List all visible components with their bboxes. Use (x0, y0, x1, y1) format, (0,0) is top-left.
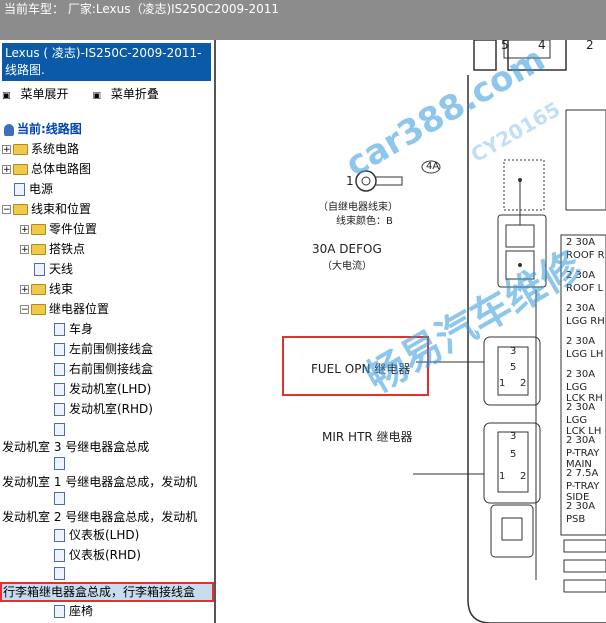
relay-b-pin-1: 1 (499, 471, 506, 482)
tree-item-parts-location[interactable]: + 零件位置 (20, 220, 97, 238)
expand-icon[interactable]: + (20, 285, 29, 295)
document-icon (54, 457, 65, 470)
tree-item-instrument-panel-lhd[interactable]: 仪表板(LHD) (54, 526, 139, 544)
expand-icon[interactable]: + (2, 145, 11, 155)
tree-item-doc-icon-only[interactable] (54, 454, 69, 472)
tree-item-overall-circuit[interactable]: + 总体电路图 (2, 160, 91, 178)
tree-item-left-cowl-junction[interactable]: 左前围侧接线盒 (54, 340, 153, 358)
collapse-icon[interactable]: − (2, 205, 11, 215)
fuse-rating: 2 7.5A (566, 468, 599, 479)
tree-item-engine-room-rhd[interactable]: 发动机室(RHD) (54, 400, 153, 418)
document-icon (54, 605, 65, 618)
terminal-note-2: 线束颜色：B (336, 216, 393, 227)
terminal-tag: 4A (426, 161, 440, 172)
tree-item-doc-icon-only[interactable] (54, 420, 69, 438)
relay-a-pin-2: 2 (520, 378, 527, 389)
current-location: 当前:线路图 (4, 120, 82, 138)
defog-label: 30A DEFOG (312, 242, 382, 256)
fuse-name: P-TRAY SIDE (566, 481, 600, 503)
tree-item-engine-room-relay2[interactable]: 发动机室 2 号继电器盒总成，发动机 (2, 508, 197, 526)
mir-htr-relay-label: MIR HTR 继电器 (322, 430, 413, 444)
tree-item-harness-location[interactable]: − 线束和位置 (2, 200, 91, 218)
collapse-icon[interactable]: − (20, 305, 29, 315)
document-icon (54, 363, 65, 376)
folder-icon (13, 164, 28, 175)
terminal-number: 1 (346, 174, 354, 188)
relay-a-pin-5: 5 (510, 362, 517, 373)
folder-icon (13, 144, 28, 155)
expand-icon[interactable]: + (20, 245, 29, 255)
fuse-name: LGG RH (566, 316, 605, 327)
tree-item-harness[interactable]: + 线束 (20, 280, 73, 298)
top-pin-5: 5 (501, 38, 509, 52)
tree-item-engine-room-relay3[interactable]: 发动机室 3 号继电器盒总成 (2, 438, 149, 456)
tree-item-doc-icon-only[interactable] (54, 564, 69, 582)
fuse-rating: 2 30A (566, 435, 596, 446)
fuse-rating: 2 30A (566, 237, 596, 248)
tree-item-engine-room-lhd[interactable]: 发动机室(LHD) (54, 380, 151, 398)
document-icon (54, 403, 65, 416)
document-icon (54, 383, 65, 396)
expand-menu-button[interactable]: ▣ 菜单展开 (2, 87, 79, 101)
document-icon (54, 549, 65, 562)
window-title-bar: 当前车型： 厂家:Lexus（凌志)IS250C2009-2011 (0, 0, 606, 40)
relay-diagram: 5 4 2 1 4A （自继电器线束） 线束颜色：B 30A DEFOG （大电… (216, 38, 606, 623)
terminal-note-1: （自继电器线束） (318, 202, 398, 213)
fuse-name: PSB (566, 514, 586, 525)
folder-open-icon (31, 304, 46, 315)
tree-item-relay-location[interactable]: − 继电器位置 (20, 300, 109, 318)
document-icon (14, 183, 25, 196)
window-title: 当前车型： 厂家:Lexus（凌志)IS250C2009-2011 (4, 2, 279, 16)
fuse-name: LGG LCK LH (566, 415, 602, 437)
folder-icon (31, 284, 46, 295)
tree-item-doc-icon-only[interactable] (54, 489, 69, 507)
top-pin-4: 4 (538, 38, 546, 52)
expand-icon[interactable]: + (20, 225, 29, 235)
folder-icon (31, 244, 46, 255)
folder-open-icon (13, 204, 28, 215)
tree-item-instrument-panel-rhd[interactable]: 仪表板(RHD) (54, 546, 141, 564)
tree-item-ground-points[interactable]: + 搭铁点 (20, 240, 85, 258)
tree-item-power[interactable]: 电源 (14, 180, 53, 198)
document-icon (54, 323, 65, 336)
tree-item-right-cowl-junction[interactable]: 右前围侧接线盒 (54, 360, 153, 378)
relay-b-pin-2: 2 (520, 471, 527, 482)
tree-item-trunk-relay-box[interactable]: 行李箱继电器盒总成，行李箱接线盒 (3, 583, 195, 601)
relay-a-pin-3: 3 (510, 346, 517, 357)
top-pin-2: 2 (586, 38, 594, 52)
document-icon (34, 263, 45, 276)
fuse-name: LGG LH (566, 349, 604, 360)
menu-controls: ▣ 菜单展开 ▣ 菜单折叠 (2, 85, 179, 102)
tree-item-antenna[interactable]: 天线 (34, 260, 73, 278)
square-icon: ▣ (2, 91, 11, 101)
user-icon (4, 123, 14, 136)
document-icon (54, 343, 65, 356)
fuse-name: LGG LCK RH (566, 382, 603, 404)
relay-b-pin-3: 3 (510, 431, 517, 442)
fuse-rating: 2 30A (566, 336, 596, 347)
tree-item-engine-room-relay1[interactable]: 发动机室 1 号继电器盒总成，发动机 (2, 473, 197, 491)
document-icon (54, 529, 65, 542)
collapse-menu-button[interactable]: ▣ 菜单折叠 (92, 87, 169, 101)
tree-item-body[interactable]: 车身 (54, 320, 93, 338)
folder-icon (31, 224, 46, 235)
expand-icon[interactable]: + (2, 165, 11, 175)
fuse-name: P-TRAY MAIN (566, 448, 600, 470)
document-icon (54, 423, 65, 436)
navigation-panel: Lexus ( 凌志)-IS250C-2009-2011- 线路图. ▣ 菜单展开… (0, 40, 216, 623)
tree-item-seat[interactable]: 座椅 (54, 602, 93, 620)
panel-header: Lexus ( 凌志)-IS250C-2009-2011- 线路图. (2, 43, 211, 81)
defog-note: （大电流） (322, 261, 372, 272)
square-icon: ▣ (92, 91, 101, 101)
fuse-rating: 2 30A (566, 501, 596, 512)
tree-item-system-circuit[interactable]: + 系统电路 (2, 140, 79, 158)
relay-a-pin-1: 1 (499, 378, 506, 389)
relay-b-pin-5: 5 (510, 449, 517, 460)
document-icon (54, 492, 65, 505)
document-icon (54, 567, 65, 580)
fuse-rating: 2 30A (566, 402, 596, 413)
fuse-rating: 2 30A (566, 303, 596, 314)
fuse-rating: 2 30A (566, 369, 596, 380)
